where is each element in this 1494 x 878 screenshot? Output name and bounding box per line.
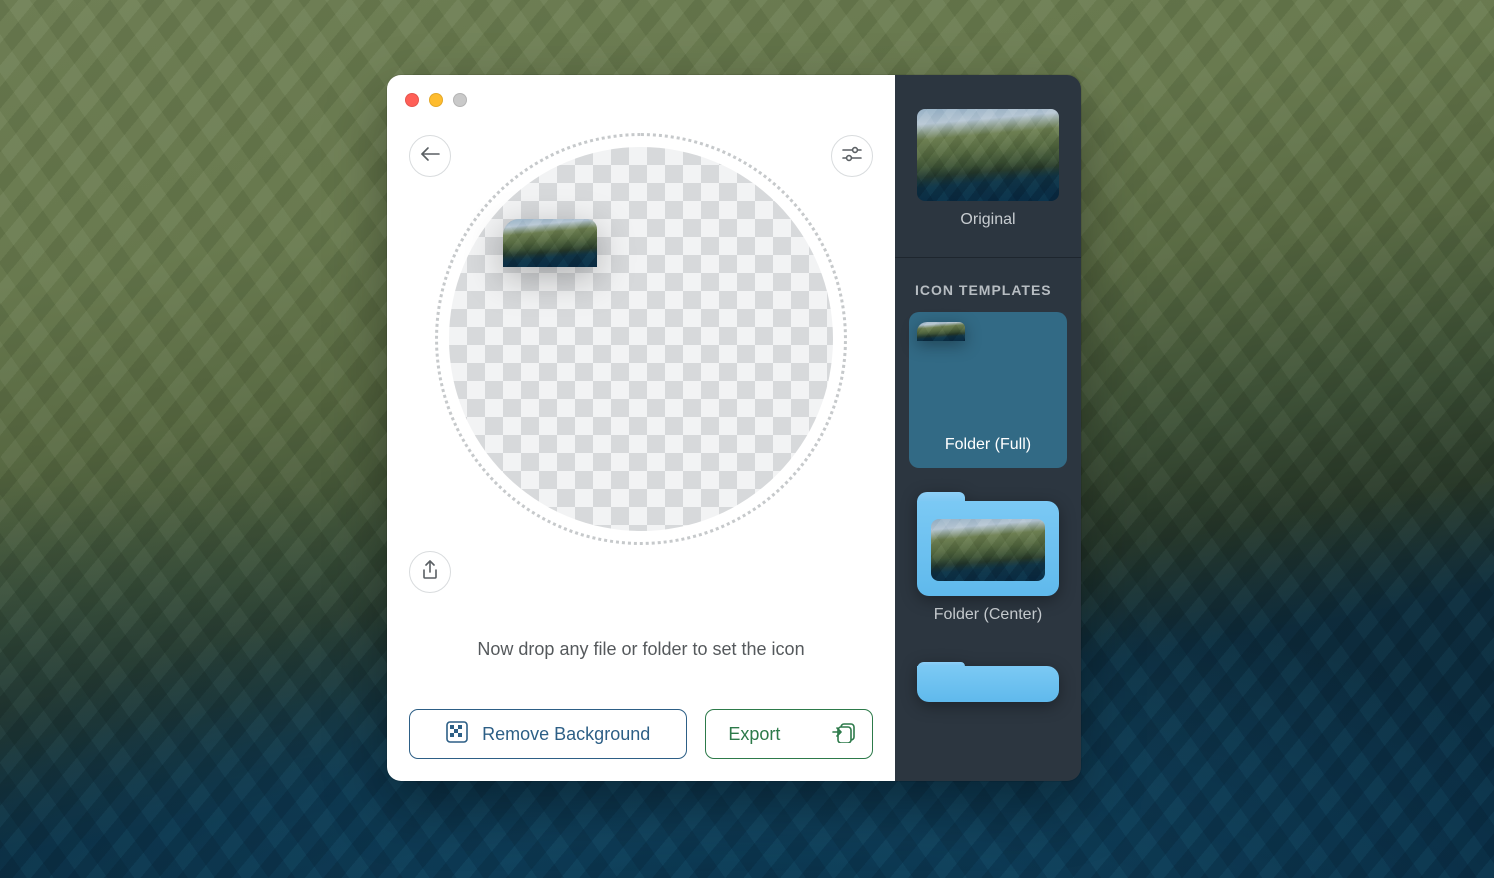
zoom-window-button[interactable] xyxy=(453,93,467,107)
minimize-window-button[interactable] xyxy=(429,93,443,107)
original-thumbnail xyxy=(917,109,1059,201)
app-window: Now drop any file or folder to set the i… xyxy=(387,75,1081,781)
main-panel: Now drop any file or folder to set the i… xyxy=(387,75,895,781)
export-icon xyxy=(832,721,856,748)
remove-background-icon xyxy=(446,721,468,748)
folder-next-thumbnail xyxy=(917,662,1059,702)
folder-center-thumbnail xyxy=(917,492,1059,596)
drop-instruction-text: Now drop any file or folder to set the i… xyxy=(387,639,895,660)
sidebar-item-folder-full[interactable]: Folder (Full) xyxy=(909,312,1067,468)
sidebar-item-folder-center[interactable]: Folder (Center) xyxy=(909,482,1067,638)
remove-background-button[interactable]: Remove Background xyxy=(409,709,687,759)
export-label: Export xyxy=(728,724,780,745)
sidebar-item-next[interactable] xyxy=(909,652,1067,702)
folder-full-thumbnail xyxy=(917,322,1059,426)
export-button[interactable]: Export xyxy=(705,709,873,759)
sidebar-item-original[interactable]: Original xyxy=(909,99,1067,243)
sidebar-item-label: Folder (Full) xyxy=(945,436,1031,454)
share-button[interactable] xyxy=(409,551,451,593)
sidebar-scroll[interactable]: Original ICON TEMPLATES Folder (Full) xyxy=(895,75,1081,781)
sidebar-section-header: ICON TEMPLATES xyxy=(909,272,1058,298)
bottom-action-bar: Remove Background Export xyxy=(409,709,873,759)
window-controls xyxy=(405,93,467,107)
icon-preview-area[interactable] xyxy=(435,133,847,545)
close-window-button[interactable] xyxy=(405,93,419,107)
sidebar-item-label: Original xyxy=(960,211,1015,229)
remove-background-label: Remove Background xyxy=(482,724,650,745)
templates-sidebar: Original ICON TEMPLATES Folder (Full) xyxy=(895,75,1081,781)
share-icon xyxy=(422,560,438,585)
sidebar-divider xyxy=(895,257,1081,258)
sidebar-item-label: Folder (Center) xyxy=(934,606,1042,624)
desktop-wallpaper: Now drop any file or folder to set the i… xyxy=(0,0,1494,878)
folder-icon-preview xyxy=(503,219,779,459)
